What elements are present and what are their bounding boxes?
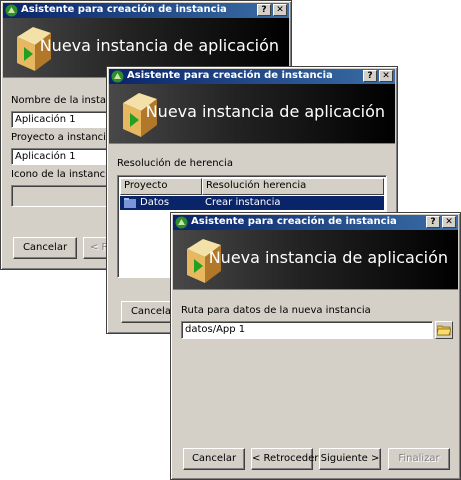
title-bar[interactable]: Asistente para creación de instancia ? ✕ bbox=[3, 3, 289, 18]
cell-resolution: Crear instancia bbox=[205, 197, 281, 208]
data-path-input[interactable]: datos/App 1 bbox=[181, 321, 433, 339]
cancel-button[interactable]: Cancelar bbox=[183, 448, 245, 470]
close-icon[interactable]: ✕ bbox=[273, 4, 287, 16]
help-icon[interactable]: ? bbox=[426, 216, 440, 228]
window-title: Asistente para creación de instancia bbox=[191, 216, 397, 227]
finish-button[interactable]: Finalizar bbox=[388, 448, 450, 470]
close-icon[interactable]: ✕ bbox=[442, 216, 456, 228]
close-icon[interactable]: ✕ bbox=[379, 70, 393, 82]
app-icon bbox=[5, 4, 18, 17]
next-button[interactable]: Siguiente > bbox=[319, 448, 381, 470]
path-label: Ruta para datos de la nueva instancia bbox=[181, 305, 371, 316]
wizard-dialog-3: Asistente para creación de instancia ? ✕… bbox=[170, 212, 461, 480]
table-row-icon bbox=[124, 198, 136, 208]
column-header-project[interactable]: Proyecto bbox=[120, 178, 202, 195]
cell-project: Datos bbox=[140, 197, 170, 208]
instance-icon-label: Icono de la instancia: bbox=[11, 169, 118, 180]
project-label: Proyecto a instanciar: bbox=[11, 132, 120, 143]
browse-folder-icon bbox=[437, 325, 451, 336]
title-bar[interactable]: Asistente para creación de instancia ? ✕ bbox=[173, 215, 458, 230]
help-icon[interactable]: ? bbox=[257, 4, 271, 16]
banner-title: Nueva instancia de aplicación bbox=[145, 102, 385, 121]
help-icon[interactable]: ? bbox=[363, 70, 377, 82]
wizard-banner: Nueva instancia de aplicación bbox=[173, 230, 458, 290]
table-header: Proyecto Resolución herencia bbox=[120, 178, 384, 195]
window-title: Asistente para creación de instancia bbox=[127, 70, 333, 81]
cancel-button[interactable]: Cancelar bbox=[13, 237, 77, 259]
column-header-resolution[interactable]: Resolución herencia bbox=[202, 178, 384, 195]
banner-title: Nueva instancia de aplicación bbox=[39, 36, 279, 55]
section-label: Resolución de herencia bbox=[117, 158, 233, 169]
browse-folder-button[interactable] bbox=[435, 321, 453, 339]
app-icon bbox=[175, 216, 188, 229]
back-button[interactable]: < Retroceder bbox=[251, 448, 318, 470]
table-row[interactable]: Datos Crear instancia bbox=[120, 196, 384, 210]
app-icon bbox=[111, 70, 124, 83]
window-title: Asistente para creación de instancia bbox=[21, 4, 227, 15]
wizard-banner: Nueva instancia de aplicación bbox=[109, 84, 395, 144]
title-bar[interactable]: Asistente para creación de instancia ? ✕ bbox=[109, 69, 395, 84]
banner-title: Nueva instancia de aplicación bbox=[208, 248, 448, 267]
